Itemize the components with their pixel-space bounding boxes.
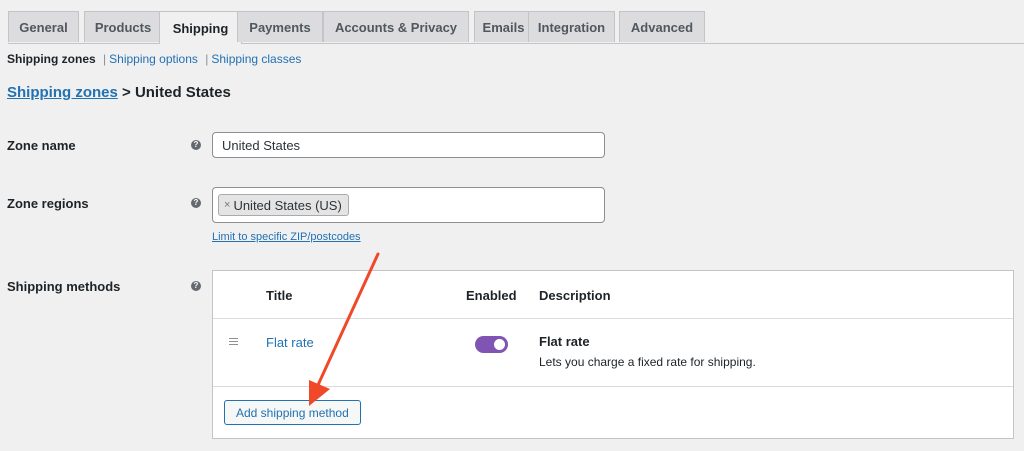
tab-emails[interactable]: Emails	[474, 11, 533, 42]
tab-advanced[interactable]: Advanced	[619, 11, 705, 42]
breadcrumb-current: > United States	[117, 84, 231, 101]
tab-general[interactable]: General	[8, 11, 79, 42]
help-icon[interactable]: ?	[191, 281, 201, 291]
zone-name-label: Zone name	[7, 138, 76, 153]
help-icon[interactable]: ?	[191, 140, 201, 150]
zone-regions-select[interactable]: × United States (US)	[212, 187, 605, 223]
tab-integration[interactable]: Integration	[528, 11, 615, 42]
shipping-methods-label: Shipping methods	[7, 279, 121, 294]
method-enabled-toggle[interactable]	[475, 336, 508, 353]
tab-accounts-privacy[interactable]: Accounts & Privacy	[323, 11, 469, 42]
breadcrumb-shipping-zones-link[interactable]: Shipping zones	[7, 84, 118, 101]
column-header-description: Description	[539, 288, 611, 303]
chip-remove-icon[interactable]: ×	[224, 199, 230, 211]
toggle-knob	[494, 339, 505, 350]
method-description-title: Flat rate	[539, 334, 590, 349]
subnav-shipping-classes[interactable]: Shipping classes	[211, 52, 301, 66]
subnav-separator: |	[103, 52, 107, 66]
region-chip-label: United States (US)	[233, 197, 342, 213]
column-header-enabled: Enabled	[466, 288, 517, 303]
page-title: Shipping zones > United States	[7, 84, 231, 101]
limit-zip-postcodes-link[interactable]: Limit to specific ZIP/postcodes	[212, 231, 361, 243]
zone-name-input[interactable]	[212, 132, 605, 158]
subnav-separator: |	[205, 52, 209, 66]
zone-regions-label: Zone regions	[7, 196, 89, 211]
tab-shipping[interactable]: Shipping	[159, 11, 242, 44]
method-description-text: Lets you charge a fixed rate for shippin…	[539, 355, 756, 369]
shipping-methods-table: Title Enabled Description Flat rate Flat…	[212, 270, 1014, 439]
row-divider	[213, 386, 1013, 387]
tab-payments[interactable]: Payments	[237, 11, 323, 42]
method-title-link[interactable]: Flat rate	[266, 335, 314, 350]
shipping-subnav: Shipping zones | Shipping options | Shippi…	[7, 52, 301, 66]
region-chip: × United States (US)	[218, 194, 349, 216]
column-header-title: Title	[266, 288, 293, 303]
header-divider	[213, 318, 1013, 319]
help-icon[interactable]: ?	[191, 198, 201, 208]
subnav-shipping-zones: Shipping zones	[7, 52, 96, 66]
settings-tabs: General Products Shipping Payments Accou…	[8, 11, 1024, 44]
tab-products[interactable]: Products	[84, 11, 162, 42]
drag-handle-icon[interactable]	[229, 338, 238, 347]
subnav-shipping-options[interactable]: Shipping options	[109, 52, 198, 66]
add-shipping-method-button[interactable]: Add shipping method	[224, 400, 361, 425]
